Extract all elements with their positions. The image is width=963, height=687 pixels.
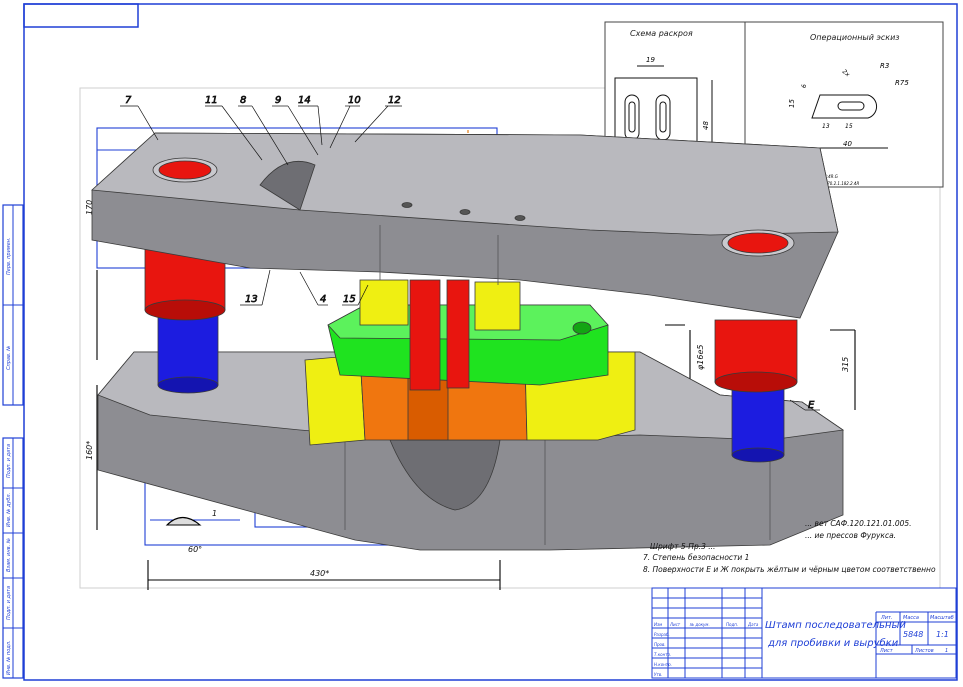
callout-13: 13: [245, 294, 258, 305]
dim-upper-height: 170: [85, 200, 94, 215]
tb-sheets: 1: [945, 648, 948, 654]
tb-row-label-4: Дата: [747, 622, 759, 627]
punch-1: [409, 279, 441, 391]
tb-sheets-label: Листов: [914, 648, 934, 654]
dim-lower-height: 160*: [85, 441, 94, 460]
tb-row-label-9: Утв.: [654, 672, 662, 677]
tb-row-label-8: Н.контр.: [654, 662, 672, 667]
note-0: ... вет САФ.120.121.01.005.: [805, 519, 912, 528]
callout-15: 15: [343, 294, 356, 305]
callout-4: 4: [320, 294, 326, 305]
drawing-stage: Перв. примен. Справ. № Подп. и дата Инв.…: [0, 0, 963, 683]
callout-12: 12: [388, 95, 401, 106]
title-block: Штамп последовательный для пробивки и вы…: [651, 587, 957, 679]
callout-9: 9: [275, 95, 281, 106]
frame-corner-box: [23, 3, 139, 28]
note-2: Шрифт 5-Пр.3 ...: [650, 542, 715, 551]
tb-row-label-5: Разраб.: [654, 632, 670, 637]
side-stamp: Перв. примен. Справ. № Подп. и дата Инв.…: [2, 204, 24, 679]
bushing-top-right: [727, 232, 789, 254]
tb-scale-header: Масштаб: [930, 615, 954, 621]
note-4: 8. Поверхности Е и Ж покрыть жёлтым и чё…: [643, 565, 936, 574]
op-dim-15b: 15: [845, 123, 853, 130]
note-3: 7. Степень безопасности 1: [643, 553, 749, 562]
note-1: ... ие прессов Фурукса.: [805, 531, 896, 540]
layout-dim-step: 19: [646, 56, 655, 64]
op-dim-length: 40: [843, 140, 852, 148]
layout-dim-width: 48: [702, 121, 710, 130]
op-dim-15: 15: [788, 99, 796, 108]
op-sketch-title: Операционный эскиз: [810, 33, 900, 42]
assembly-drawing: Перв. примен. Справ. № Подп. и дата Инв.…: [2, 3, 958, 681]
punch-2: [446, 279, 470, 389]
layout-scheme-title: Схема раскроя: [630, 29, 693, 38]
die-assembly-3d: [91, 132, 845, 551]
dim-cut: 1: [212, 509, 217, 518]
op-dim-6: 6: [801, 84, 808, 88]
callout-14: 14: [298, 95, 311, 106]
tb-scale: 1:1: [936, 630, 949, 639]
callout-E: E: [808, 400, 815, 411]
side-stamp-label-4: Взам. инв. №: [6, 538, 12, 572]
op-dim-r3: R3: [880, 62, 889, 70]
callout-7: 7: [125, 95, 132, 106]
dim-right-height: 315: [841, 357, 850, 372]
callout-8: 8: [240, 95, 246, 106]
dim-angle: 60°: [188, 545, 202, 554]
op-dim-13: 13: [822, 123, 830, 130]
tb-sheet-label: Лист: [879, 648, 894, 654]
tb-row-label-1: Лист: [669, 622, 681, 627]
tb-lit-header: Лит.: [880, 615, 893, 621]
side-stamp-label-6: Инв. № подл.: [6, 641, 12, 676]
tb-row-label-0: Изм: [654, 622, 662, 627]
side-stamp-label-1: Справ. №: [6, 346, 12, 370]
op-dim-r75: R75: [895, 79, 909, 87]
tb-row-label-2: № докум.: [689, 622, 710, 627]
tb-mass-header: Масса: [903, 615, 919, 621]
tb-mass: 5848: [903, 630, 923, 639]
side-stamp-label-0: Перв. примен.: [6, 237, 12, 275]
dim-overall-width: 430*: [310, 569, 329, 578]
tb-name-2: для пробивки и вырубки: [767, 637, 899, 649]
side-stamp-label-5: Подп. и дата: [6, 586, 12, 620]
tb-row-label-3: Подп.: [726, 622, 738, 627]
tb-name-1: Штамп последовательный: [765, 620, 906, 631]
callout-10: 10: [348, 95, 361, 106]
side-stamp-label-3: Инв. № дубл.: [6, 493, 12, 527]
bushing-top-left: [158, 160, 212, 180]
punch-holder-right: [474, 281, 521, 331]
side-stamp-label-2: Подп. и дата: [6, 444, 12, 478]
callout-11: 11: [205, 95, 218, 106]
tb-row-label-6: Пров.: [654, 642, 666, 647]
tb-row-label-7: Т.контр.: [654, 652, 671, 657]
dim-pin-diameter: φ16e5: [696, 345, 705, 370]
